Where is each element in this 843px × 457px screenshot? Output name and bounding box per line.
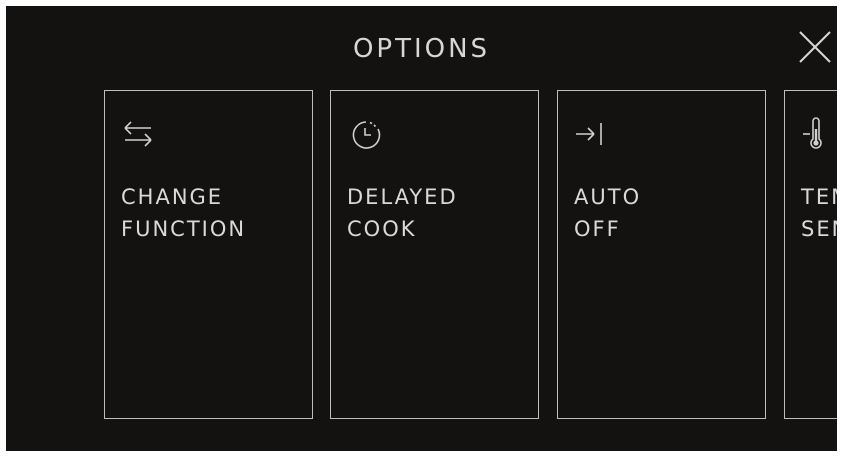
option-label: AUTO OFF <box>574 181 641 245</box>
options-screen: OPTIONS CHANGE FUNCTION DELAYED COOK AUT… <box>6 6 837 451</box>
option-label-line1: TEM <box>801 185 837 209</box>
option-label-line2: SEN <box>801 217 837 241</box>
option-label-line2: FUNCTION <box>121 217 247 241</box>
option-card-change-function[interactable]: CHANGE FUNCTION <box>104 90 313 419</box>
option-label-line2: OFF <box>574 217 621 241</box>
option-card-delayed-cook[interactable]: DELAYED COOK <box>330 90 539 419</box>
thermometer-icon <box>801 117 837 157</box>
option-label-line1: DELAYED <box>347 185 458 209</box>
options-carousel: CHANGE FUNCTION DELAYED COOK AUTO OFF TE… <box>6 6 837 451</box>
arrow-to-stop-icon <box>574 117 614 157</box>
option-card-temp-sensor[interactable]: TEM SEN <box>784 90 837 419</box>
swap-arrows-icon <box>121 117 161 157</box>
option-label: CHANGE FUNCTION <box>121 181 246 245</box>
timer-clock-icon <box>347 117 387 157</box>
option-card-auto-off[interactable]: AUTO OFF <box>557 90 766 419</box>
option-label-line1: AUTO <box>574 185 642 209</box>
option-label: DELAYED COOK <box>347 181 458 245</box>
option-label-line2: COOK <box>347 217 417 241</box>
option-label-line1: CHANGE <box>121 185 224 209</box>
option-label: TEM SEN <box>801 181 837 245</box>
